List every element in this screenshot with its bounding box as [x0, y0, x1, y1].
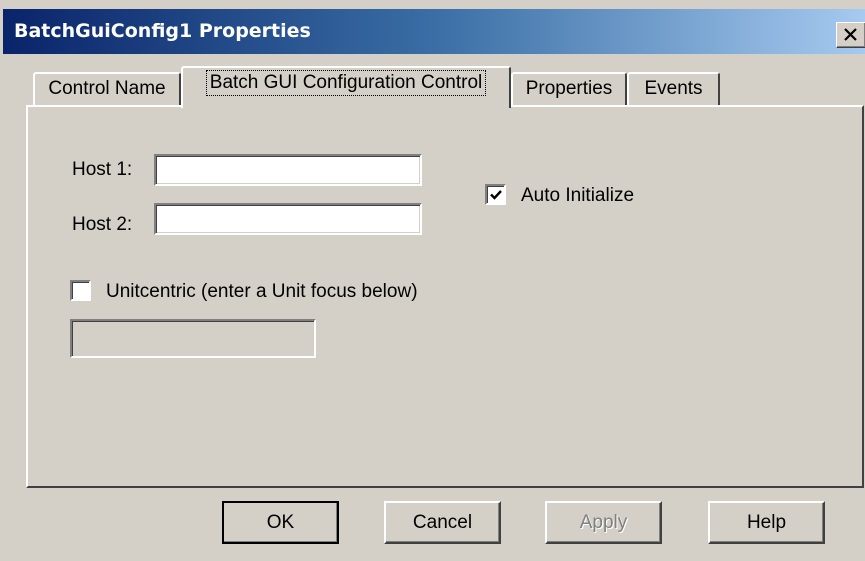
title-bar[interactable]: BatchGuiConfig1 Properties: [3, 9, 865, 54]
cancel-button-label: Cancel: [412, 512, 473, 533]
properties-dialog: BatchGuiConfig1 Properties Control Name …: [0, 0, 865, 561]
window-title: BatchGuiConfig1 Properties: [14, 20, 311, 42]
auto-initialize-label[interactable]: Auto Initialize: [521, 185, 634, 207]
host2-label: Host 2:: [72, 214, 133, 235]
tab-properties-label: Properties: [525, 78, 613, 99]
help-button[interactable]: Help: [708, 501, 825, 544]
host1-input[interactable]: [154, 154, 422, 186]
tab-batch-gui-configuration-control-label: Batch GUI Configuration Control: [205, 70, 487, 96]
apply-button-label: Apply: [579, 512, 628, 533]
help-button-label: Help: [746, 512, 787, 533]
tab-batch-gui-configuration-control[interactable]: Batch GUI Configuration Control: [181, 66, 511, 108]
tab-panel: Host 1: Host 2: Auto Initialize Unitcent…: [26, 105, 864, 488]
tab-control-name[interactable]: Control Name: [33, 72, 181, 106]
tab-properties[interactable]: Properties: [511, 72, 627, 106]
tab-events[interactable]: Events: [627, 72, 720, 106]
unitcentric-label[interactable]: Unitcentric (enter a Unit focus below): [106, 281, 418, 303]
host1-label: Host 1:: [72, 159, 133, 180]
host2-input[interactable]: [154, 203, 422, 235]
close-button[interactable]: [836, 22, 865, 48]
ok-button[interactable]: OK: [222, 501, 339, 544]
check-icon: [490, 190, 502, 200]
tab-events-label: Events: [644, 78, 703, 99]
auto-initialize-checkbox[interactable]: [485, 184, 506, 205]
ok-button-label: OK: [266, 512, 295, 533]
tab-control-name-label: Control Name: [48, 78, 166, 99]
unitcentric-checkbox[interactable]: [70, 280, 91, 301]
close-icon: [844, 28, 857, 41]
cancel-button[interactable]: Cancel: [384, 501, 501, 544]
apply-button[interactable]: Apply: [545, 501, 662, 544]
unit-focus-input[interactable]: [70, 319, 316, 358]
